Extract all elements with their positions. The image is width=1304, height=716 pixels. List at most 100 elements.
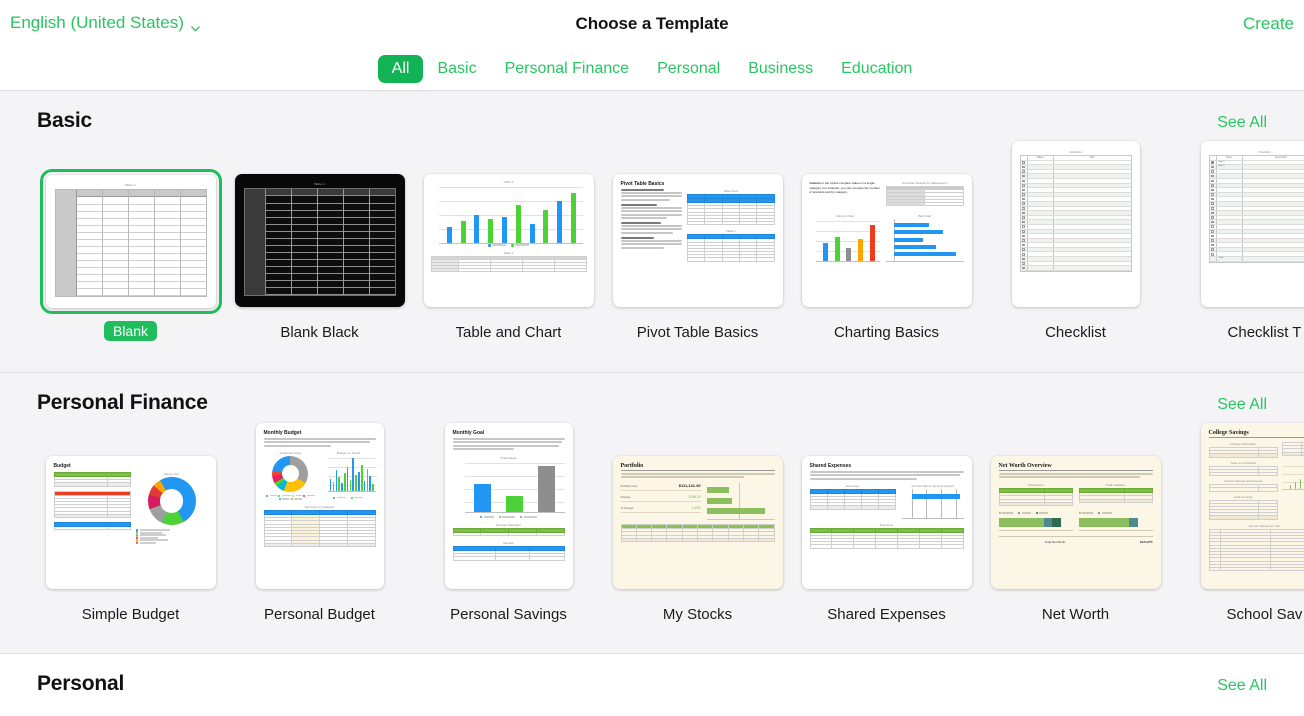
holdings-table [620, 524, 775, 543]
checklist-col-desc: Description [1275, 156, 1287, 159]
holdings-bar-chart [706, 483, 775, 520]
assets-stacked-bar [998, 516, 1073, 531]
template-thumbnail-blank-black[interactable]: Table 1 [234, 174, 405, 307]
template-card-simple-budget[interactable]: Budget Money Out Simple Budget [36, 439, 225, 623]
yearly-table [1208, 528, 1304, 572]
template-thumbnail-checklist-tasks[interactable]: Checklist Done Description Item 1 Item 2 [1200, 141, 1304, 307]
template-scroll-area[interactable]: Basic See All Table 1 Blank Table 1 Blan… [0, 91, 1304, 716]
template-thumbnail-net-worth[interactable]: Net Worth Overview Total Assets Total Li… [990, 456, 1161, 589]
total-net-worth-label: Total Net Worth [1044, 540, 1066, 545]
column-chart [815, 219, 881, 262]
template-thumbnail-table-and-chart[interactable]: Chart 1 Table 1 [423, 174, 594, 307]
sub-title: Current Savings and Interest [1224, 479, 1263, 484]
table-name-label: Table 1 [124, 183, 137, 187]
choose-template-window: English (United States) Choose a Templat… [0, 0, 1304, 716]
charting-lead-word: Column [809, 181, 821, 185]
current-savings-table [1208, 484, 1278, 492]
portfolio-change-label: Change [620, 495, 631, 500]
section-basic: Basic See All Table 1 Blank Table 1 Blan… [0, 91, 1304, 372]
spreadsheet-preview: Table 1 [46, 175, 216, 308]
template-card-shared-expenses[interactable]: Shared Expenses Expenses Amount Owed / P… [792, 439, 981, 623]
pivot-table-label: Table Pivot [723, 189, 739, 193]
payments-table [809, 527, 964, 549]
doc-preview: Monthly Budget Actual Summary Budget vs.… [255, 423, 384, 589]
template-card-table-and-chart[interactable]: Chart 1 Table 1 Table and Chart [414, 157, 603, 341]
donut-chart [272, 455, 309, 492]
see-all-personal[interactable]: See All [1217, 677, 1267, 695]
summary-table [263, 510, 376, 547]
template-card-checklist[interactable]: Checklist Status Task Checklist [981, 141, 1170, 341]
sub-title: Years to Contribute [1230, 460, 1256, 465]
template-row-basic: Table 1 Blank Table 1 Blank Black Chart … [0, 141, 1304, 341]
grid-row-headers [55, 190, 77, 296]
bar-chart [886, 219, 964, 262]
doc-preview: Budget Money Out [45, 456, 216, 589]
tab-basic[interactable]: Basic [423, 55, 490, 83]
tab-business[interactable]: Business [734, 55, 827, 83]
sub-title: Cost of Living [1234, 494, 1253, 499]
tab-all[interactable]: All [377, 55, 424, 83]
doc-heading: College Savings [1208, 430, 1304, 438]
template-thumbnail-simple-budget[interactable]: Budget Money Out [45, 456, 216, 589]
section-personal-header: Personal See All [0, 654, 1304, 696]
doc-preview: Net Worth Overview Total Assets Total Li… [990, 456, 1161, 589]
see-all-basic[interactable]: See All [1217, 114, 1267, 132]
doc-heading: Monthly Budget [263, 430, 302, 436]
expenses-title: Expenses [846, 483, 860, 488]
template-thumbnail-shared-expenses[interactable]: Shared Expenses Expenses Amount Owed / P… [801, 456, 972, 589]
portfolio-pct: 1.43% [691, 506, 701, 511]
total-assets-title: Total Assets [1027, 483, 1044, 488]
template-label-pivot-table-basics: Pivot Table Basics [636, 324, 759, 341]
template-thumbnail-personal-budget[interactable]: Monthly Budget Actual Summary Budget vs.… [255, 423, 384, 589]
tab-personal[interactable]: Personal [643, 55, 734, 83]
template-card-pivot-table-basics[interactable]: Pivot Table Basics Table Pivot Table 1 P… [603, 157, 792, 341]
grid-cells [76, 190, 206, 296]
template-thumbnail-my-stocks[interactable]: Portfolio Portfolio Cost $111,141.30 Cha… [612, 456, 783, 589]
tab-education[interactable]: Education [827, 55, 926, 83]
thumb-slot: Table 1 [225, 157, 414, 307]
portfolio-change: $395.20 [689, 495, 701, 500]
template-card-personal-budget[interactable]: Monthly Budget Actual Summary Budget vs.… [225, 423, 414, 623]
template-thumbnail-checklist[interactable]: Checklist Status Task [1011, 141, 1140, 307]
template-card-charting-basics[interactable]: Column or bar charts compare values in a… [792, 157, 981, 341]
data-table [687, 234, 775, 262]
see-all-personal-finance[interactable]: See All [1217, 396, 1267, 414]
checklist-title: Checklist [1069, 150, 1082, 154]
template-label-blank-black: Blank Black [280, 324, 359, 341]
section-personal-finance-header: Personal Finance See All [0, 373, 1304, 415]
section-personal-finance: Personal Finance See All Budget Money Ou… [0, 372, 1304, 653]
table-name-label: Table 1 [725, 229, 736, 234]
template-card-checklist-tasks[interactable]: Checklist Done Description Item 1 Item 2 [1170, 141, 1304, 341]
list-item: Total [1209, 257, 1304, 262]
thumb-slot: Column or bar charts compare values in a… [792, 157, 981, 307]
template-label-table-and-chart: Table and Chart [455, 324, 562, 341]
payments-title: Payments [879, 522, 894, 527]
grid-row-headers [244, 189, 266, 295]
expenses-table [809, 488, 896, 510]
template-card-school-savings[interactable]: College Savings College Information Year… [1170, 423, 1304, 623]
template-thumbnail-school-savings[interactable]: College Savings College Information Year… [1200, 423, 1304, 589]
template-card-blank[interactable]: Table 1 Blank [36, 158, 225, 341]
template-card-personal-savings[interactable]: Monthly Goal Total Saved Savings Calcula… [414, 423, 603, 623]
section-title: Personal Finance [37, 391, 208, 414]
template-card-blank-black[interactable]: Table 1 Blank Black [225, 157, 414, 341]
table-name-label: Table 1 [313, 182, 326, 186]
list-item [1020, 266, 1131, 271]
budget-vs-actual-title: Budget vs. Actual [336, 450, 360, 455]
thumb-slot: Table 1 [36, 158, 225, 314]
template-thumbnail-charting-basics[interactable]: Column or bar charts compare values in a… [801, 174, 972, 307]
template-card-my-stocks[interactable]: Portfolio Portfolio Cost $111,141.30 Cha… [603, 439, 792, 623]
thumb-slot: Monthly Budget Actual Summary Budget vs.… [225, 423, 414, 589]
total-saved-title: Total Saved [500, 455, 517, 460]
tab-personal-finance[interactable]: Personal Finance [491, 55, 644, 83]
template-card-net-worth[interactable]: Net Worth Overview Total Assets Total Li… [981, 439, 1170, 623]
template-thumbnail-pivot-table-basics[interactable]: Pivot Table Basics Table Pivot Table 1 [612, 174, 783, 307]
doc-preview: Portfolio Portfolio Cost $111,141.30 Cha… [612, 456, 783, 589]
bar-chart [438, 185, 583, 243]
create-button[interactable]: Create [1243, 14, 1294, 34]
template-thumbnail-personal-savings[interactable]: Monthly Goal Total Saved Savings Calcula… [444, 423, 573, 589]
thumb-slot: Shared Expenses Expenses Amount Owed / P… [792, 439, 981, 589]
results-table [452, 546, 565, 561]
template-thumbnail-blank[interactable]: Table 1 [39, 169, 222, 314]
thumb-slot: Portfolio Portfolio Cost $111,141.30 Cha… [603, 439, 792, 589]
